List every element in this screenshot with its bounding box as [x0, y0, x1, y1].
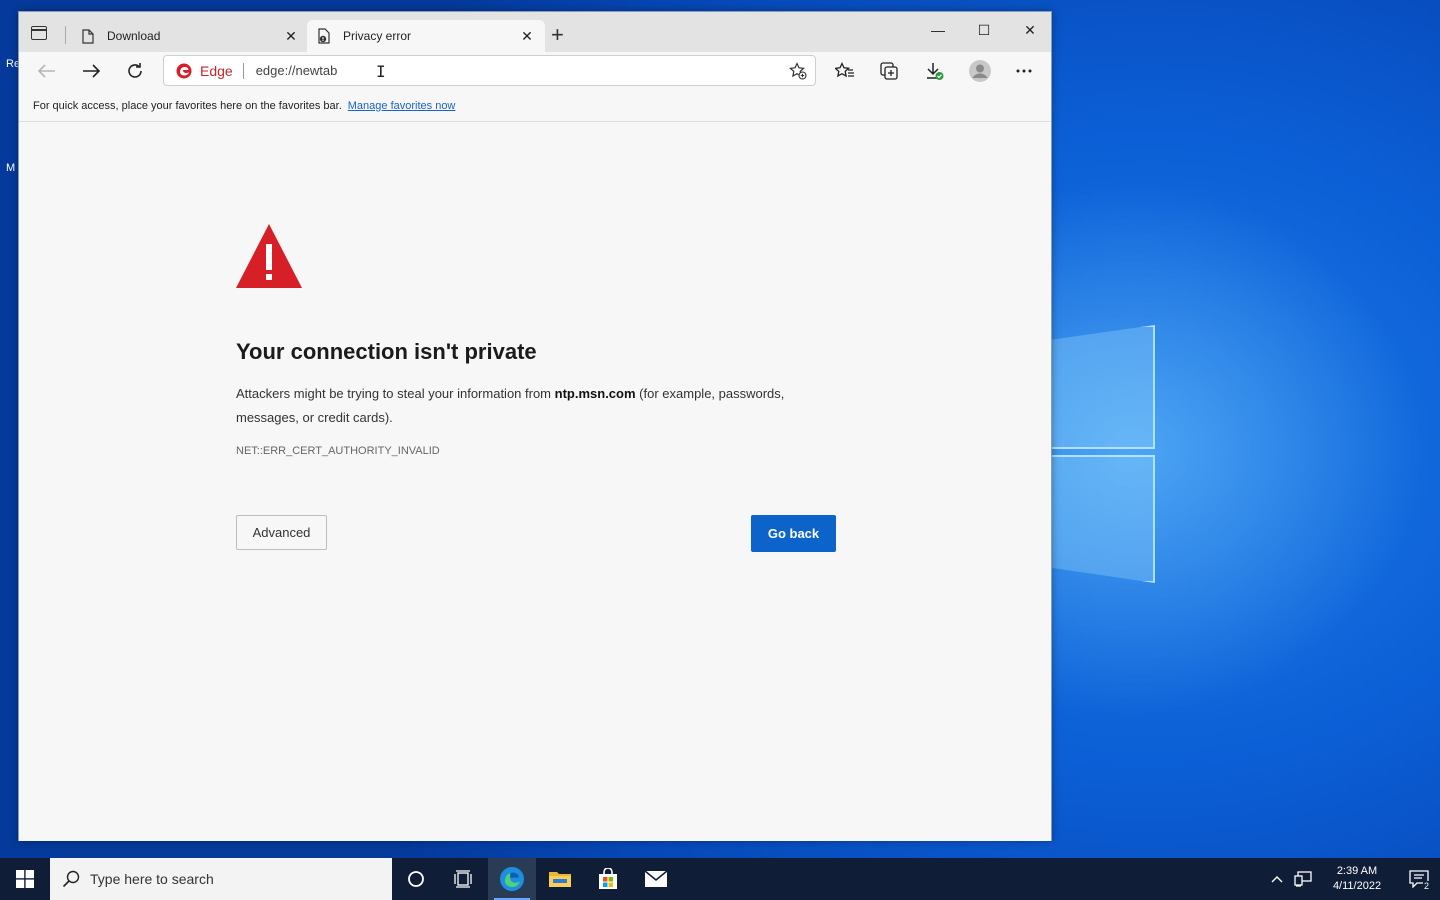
new-tab-button[interactable]: +: [551, 23, 564, 47]
notification-count-badge: 2: [1422, 881, 1430, 891]
back-button[interactable]: [34, 59, 60, 83]
taskbar-app-file-explorer[interactable]: [536, 858, 584, 900]
close-window-button[interactable]: ✕: [1007, 16, 1053, 44]
tab-actions-icon[interactable]: [31, 26, 47, 40]
downloads-icon[interactable]: [923, 60, 945, 82]
clock-date: 4/11/2022: [1332, 880, 1382, 892]
taskbar: Type here to search 2:39 AM 4/11/2022 2: [0, 858, 1440, 900]
tab-separator: [65, 26, 66, 44]
task-view-icon: [454, 870, 472, 888]
address-separator: [242, 62, 244, 79]
add-favorite-icon[interactable]: [789, 62, 807, 83]
profile-avatar-icon[interactable]: [968, 59, 992, 83]
browser-window: Download ✕ Privacy error ✕ + — ☐ ✕ Edge …: [18, 11, 1052, 841]
url-text[interactable]: edge://newtab: [256, 63, 338, 78]
warning-triangle-icon: [235, 222, 303, 295]
tab-download[interactable]: Download ✕: [71, 20, 309, 52]
taskbar-app-mail[interactable]: [632, 858, 680, 900]
desktop-icon-label-partial-2[interactable]: M: [6, 162, 15, 174]
favorites-bar: For quick access, place your favorites h…: [19, 90, 1051, 122]
show-hidden-icons-chevron-up-icon[interactable]: [1264, 875, 1290, 883]
error-host: ntp.msn.com: [554, 386, 636, 401]
title-bar: Download ✕ Privacy error ✕ + — ☐ ✕: [19, 12, 1051, 52]
advanced-button[interactable]: Advanced: [236, 515, 327, 550]
windows-logo-wallpaper: [1050, 315, 1160, 590]
maximize-button[interactable]: ☐: [961, 16, 1007, 44]
navigation-toolbar: Edge edge://newtab I: [19, 52, 1051, 90]
start-button[interactable]: [0, 858, 50, 900]
error-code[interactable]: NET::ERR_CERT_AUTHORITY_INVALID: [236, 445, 440, 457]
error-description-prefix: Attackers might be trying to steal your …: [236, 386, 552, 401]
windows-start-icon: [16, 870, 34, 888]
edge-badge-label: Edge: [200, 62, 233, 79]
edge-badge[interactable]: Edge: [176, 63, 233, 79]
mail-icon: [644, 870, 668, 887]
back-arrow-icon: [38, 64, 55, 78]
collections-icon[interactable]: [878, 60, 900, 82]
text-cursor-icon: I: [376, 62, 386, 81]
tab-title: Download: [107, 29, 161, 43]
tab-privacy-error[interactable]: Privacy error ✕: [307, 20, 545, 52]
close-tab-icon[interactable]: ✕: [519, 28, 535, 45]
page-title: Your connection isn't private: [236, 339, 537, 364]
store-bag-icon: [599, 868, 617, 889]
cortana-circle-icon: [408, 871, 424, 887]
settings-more-icon[interactable]: [1013, 60, 1035, 82]
address-bar[interactable]: Edge edge://newtab I: [163, 55, 816, 86]
forward-arrow-icon: [83, 64, 100, 78]
favorites-bar-message: For quick access, place your favorites h…: [33, 99, 342, 112]
go-back-button[interactable]: Go back: [751, 515, 836, 552]
document-icon: [81, 28, 95, 44]
cortana-button[interactable]: [392, 858, 440, 900]
manage-favorites-link[interactable]: Manage favorites now: [348, 100, 456, 112]
forward-button[interactable]: [78, 59, 104, 83]
system-tray: 2:39 AM 4/11/2022 2: [1264, 858, 1440, 900]
tab-title: Privacy error: [343, 29, 412, 43]
close-tab-icon[interactable]: ✕: [283, 28, 299, 45]
action-center-button[interactable]: 2: [1398, 858, 1440, 900]
search-icon: [62, 870, 80, 888]
network-icon[interactable]: [1290, 871, 1316, 887]
taskbar-search-box[interactable]: Type here to search: [50, 858, 392, 900]
privacy-error-icon: [317, 28, 331, 44]
error-description: Attackers might be trying to steal your …: [236, 382, 846, 430]
minimize-button[interactable]: —: [915, 16, 961, 44]
edge-icon: [500, 867, 524, 891]
taskbar-clock[interactable]: 2:39 AM 4/11/2022: [1322, 864, 1392, 894]
clock-time: 2:39 AM: [1336, 865, 1378, 877]
edge-error-icon: [176, 63, 192, 78]
search-placeholder: Type here to search: [90, 871, 214, 887]
refresh-icon: [128, 63, 142, 78]
folder-icon: [549, 872, 571, 887]
refresh-button[interactable]: [122, 59, 148, 83]
favorites-icon[interactable]: [834, 60, 856, 82]
taskbar-app-edge[interactable]: [488, 858, 536, 900]
taskbar-app-store[interactable]: [584, 858, 632, 900]
task-view-button[interactable]: [440, 858, 488, 900]
error-page: Your connection isn't private Attackers …: [19, 122, 1051, 841]
